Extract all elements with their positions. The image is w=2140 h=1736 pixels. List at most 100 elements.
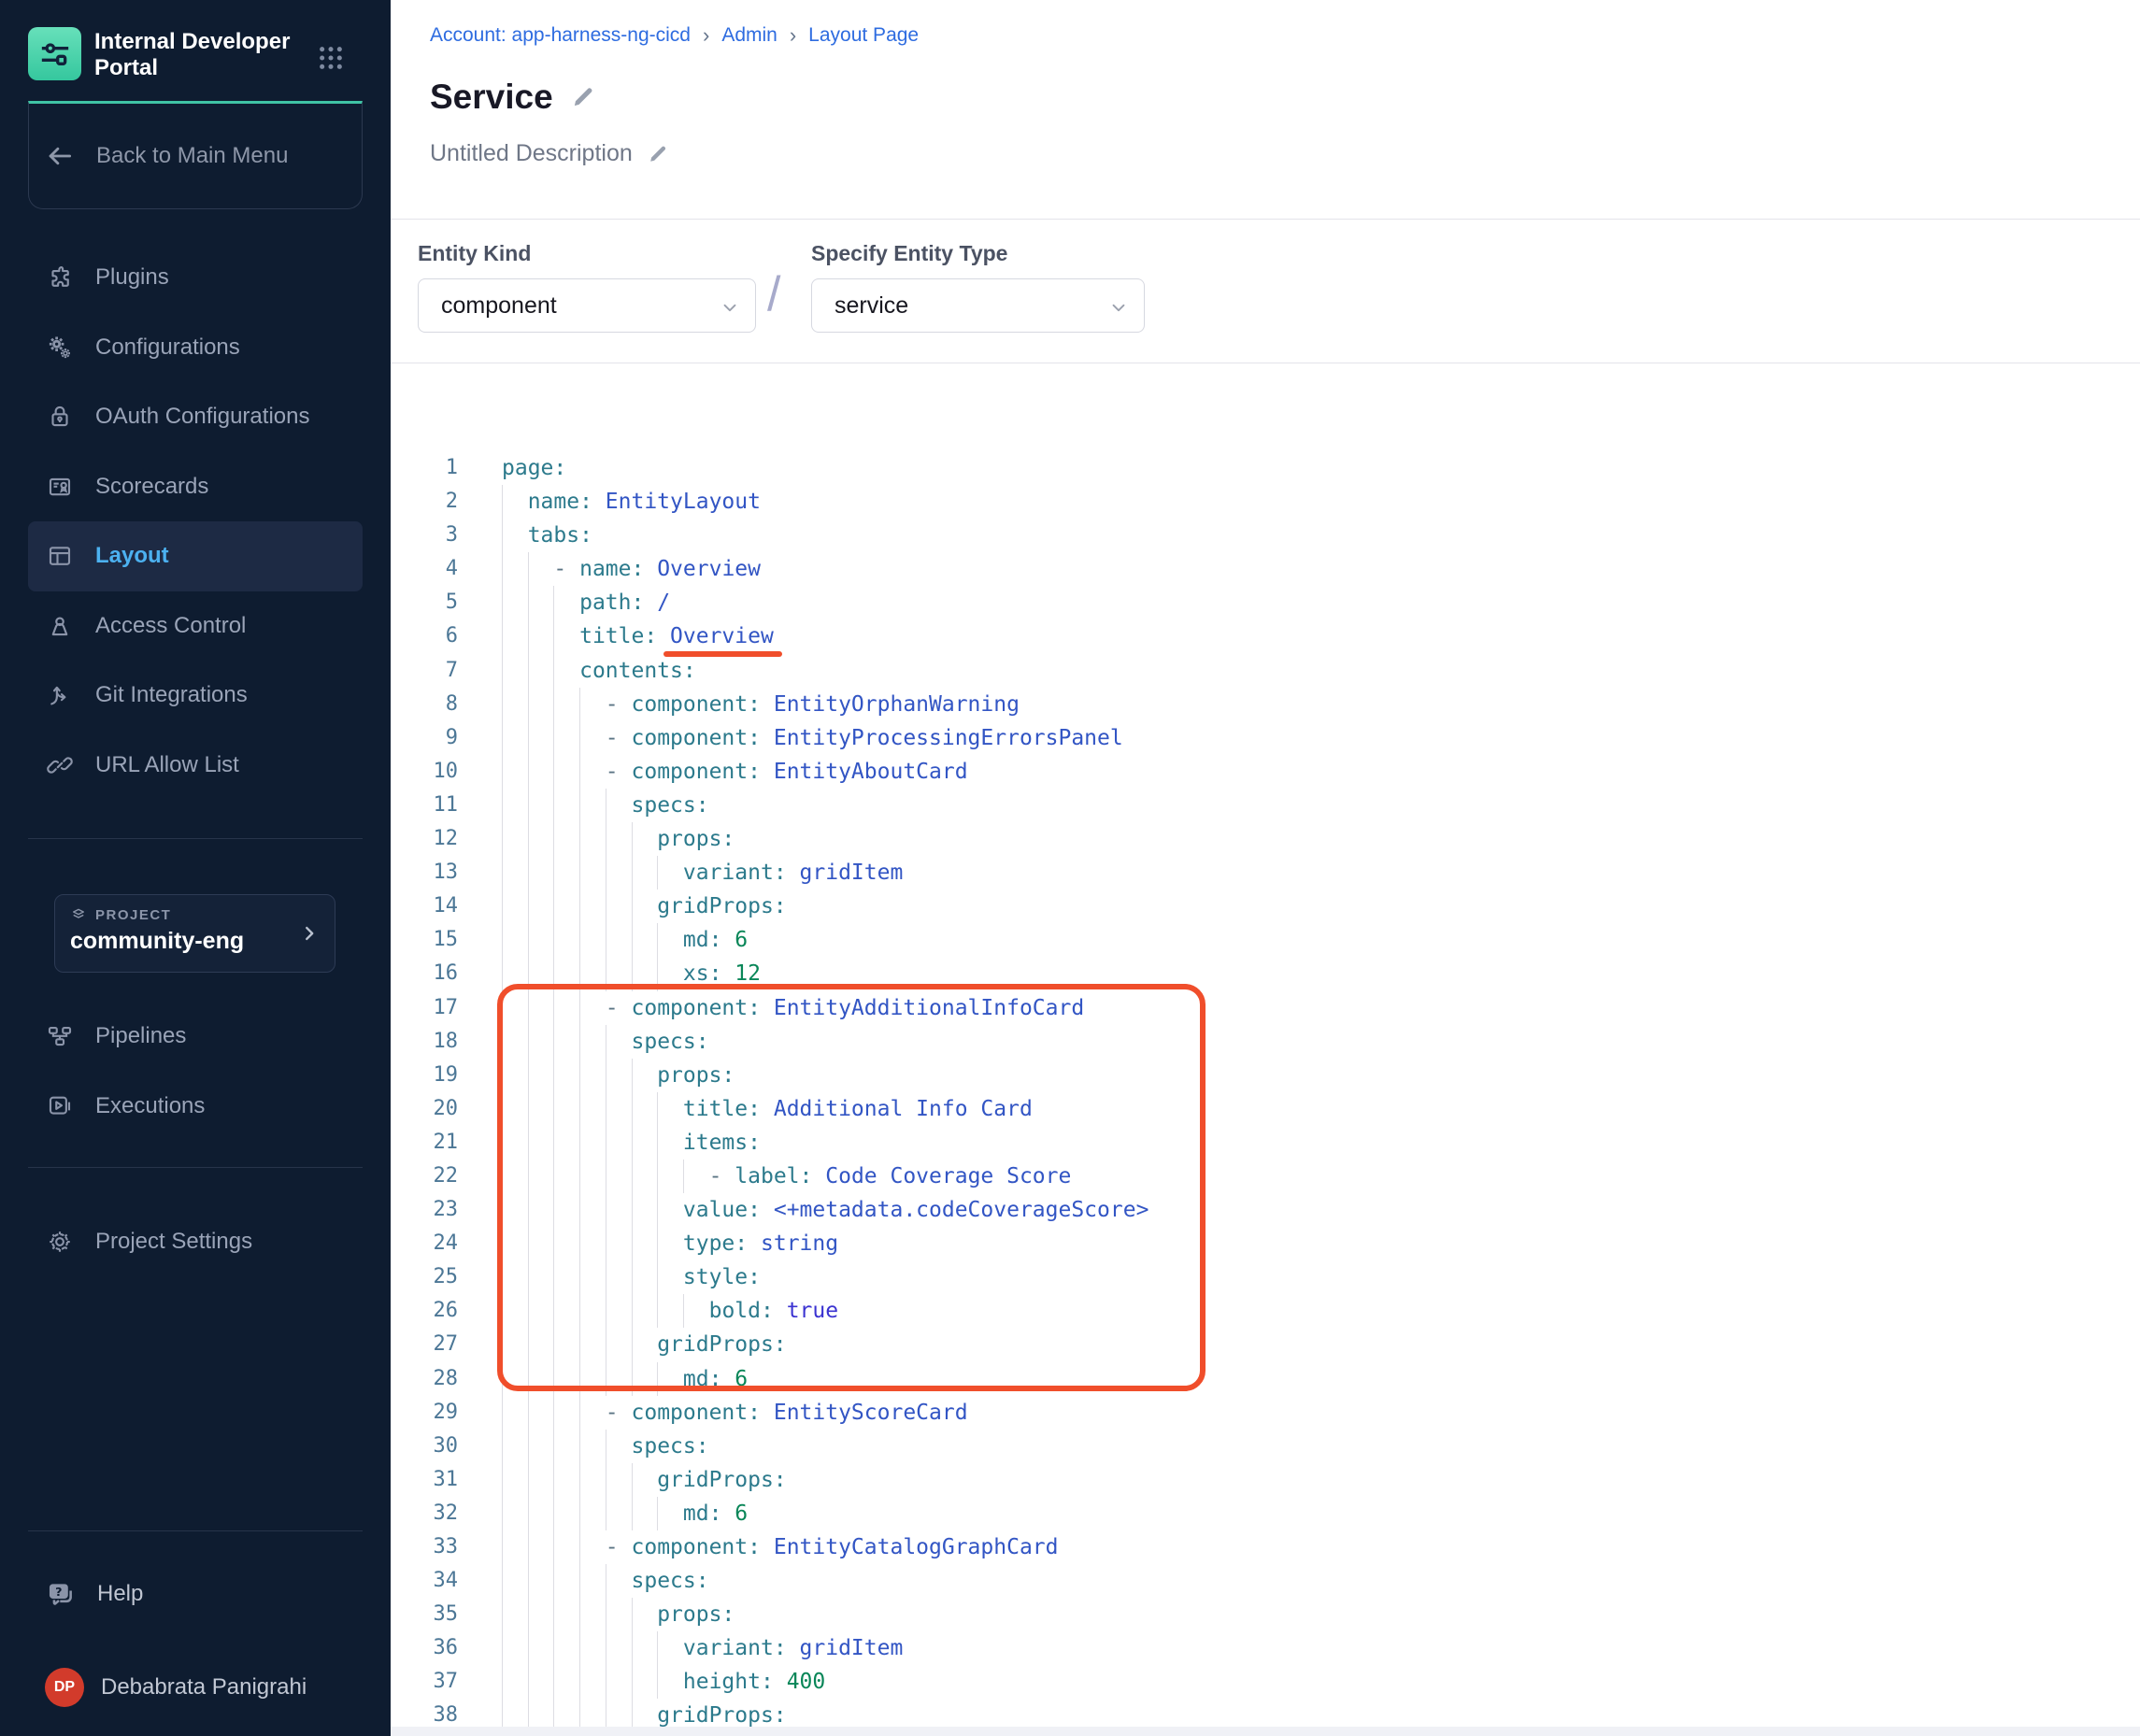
- sidebar-item-scorecards[interactable]: Scorecards: [28, 452, 363, 522]
- indent-guide: [579, 889, 580, 923]
- entity-type-value: service: [835, 292, 908, 320]
- indent-guide: [657, 1227, 658, 1260]
- code-line: 9 - component: EntityProcessingErrorsPane…: [391, 721, 2140, 755]
- indent-guide: [657, 1631, 658, 1665]
- yaml-key: path:: [579, 591, 644, 615]
- line-number: 36: [391, 1631, 458, 1665]
- yaml-key: items:: [683, 1131, 761, 1155]
- breadcrumb-link-layout-page[interactable]: Layout Page: [808, 24, 919, 47]
- indent-guide: [553, 1430, 554, 1463]
- indent-guide: [528, 619, 529, 653]
- yaml-key: specs:: [632, 1569, 709, 1593]
- code-line: 10- component: EntityAboutCard: [391, 755, 2140, 789]
- indent-guide: [528, 688, 529, 721]
- entity-type-select[interactable]: service: [811, 278, 1145, 333]
- yaml-value: EntityScoreCard: [774, 1401, 968, 1425]
- breadcrumb-link-admin[interactable]: Admin: [721, 24, 778, 47]
- back-label: Back to Main Menu: [96, 143, 288, 169]
- indent-guide: [528, 1497, 529, 1530]
- indent-guide: [553, 1193, 554, 1227]
- code-content: - component: EntityProcessingErrorsPanel: [502, 721, 1123, 755]
- app-grid-icon[interactable]: [316, 43, 346, 73]
- sidebar-item-project-settings[interactable]: Project Settings: [28, 1207, 363, 1277]
- sidebar-item-executions[interactable]: Executions: [28, 1072, 363, 1142]
- indent-guide: [553, 1362, 554, 1396]
- indent-guide: [553, 1126, 554, 1160]
- yaml-key: specs:: [632, 1030, 709, 1054]
- yaml-key: gridProps:: [657, 1468, 786, 1492]
- yaml-value: EntityLayout: [606, 490, 761, 514]
- code-content: variant: gridItem: [502, 1631, 903, 1665]
- yaml-key: contents:: [579, 659, 696, 683]
- sidebar-item-label: Git Integrations: [95, 682, 248, 708]
- sidebar-item-plugins[interactable]: Plugins: [28, 243, 363, 313]
- indent-guide: [657, 856, 658, 889]
- code-line: 23value: <+metadata.codeCoverageScore>: [391, 1193, 2140, 1227]
- indent-guide: [553, 1160, 554, 1193]
- sidebar-item-configurations[interactable]: Configurations: [28, 313, 363, 383]
- code-content: height: 400: [502, 1665, 825, 1699]
- indent-guide: [553, 1328, 554, 1361]
- line-number: 9: [391, 721, 458, 755]
- breadcrumb-separator: ›: [790, 22, 796, 48]
- sidebar-item-pipelines[interactable]: Pipelines: [28, 1002, 363, 1072]
- sidebar-item-git-integrations[interactable]: Git Integrations: [28, 661, 363, 731]
- indent-guide: [632, 1598, 633, 1631]
- code-content: - name: Overview: [502, 552, 761, 586]
- code-line: 8- component: EntityOrphanWarning: [391, 688, 2140, 721]
- sidebar-item-access-control[interactable]: Access Control: [28, 591, 363, 662]
- breadcrumb-link-account-app-harness-ng-cicd[interactable]: Account: app-harness-ng-cicd: [430, 24, 691, 47]
- project-name: community-eng: [70, 928, 320, 955]
- code-line: 37height: 400: [391, 1665, 2140, 1699]
- sidebar-item-url-allow-list[interactable]: URL Allow List: [28, 731, 363, 801]
- code-line: 31gridProps:: [391, 1463, 2140, 1497]
- user-name: Debabrata Panigrahi: [101, 1674, 307, 1700]
- sidebar-item-label: OAuth Configurations: [95, 404, 309, 430]
- code-line: 12props:: [391, 822, 2140, 856]
- sidebar-item-oauth-configurations[interactable]: OAuth Configurations: [28, 382, 363, 452]
- code-content: - component: EntityCatalogGraphCard: [502, 1530, 1058, 1564]
- project-label: PROJECT: [95, 907, 171, 923]
- indent-guide: [579, 1396, 580, 1430]
- indent-guide: [579, 1193, 580, 1227]
- code-line: 24type: string: [391, 1227, 2140, 1260]
- line-number: 26: [391, 1294, 458, 1328]
- back-to-main-menu[interactable]: Back to Main Menu: [28, 101, 363, 209]
- indent-guide: [579, 1160, 580, 1193]
- code-content: md: 6: [502, 923, 748, 957]
- edit-description-button[interactable]: [647, 143, 669, 165]
- play-square-icon: [45, 1091, 75, 1121]
- kind-type-separator: /: [767, 266, 780, 322]
- indent-guide: [553, 856, 554, 889]
- line-number: 22: [391, 1160, 458, 1193]
- code-content: name: EntityLayout: [502, 485, 761, 519]
- indent-guide: [657, 1193, 658, 1227]
- project-nav: PipelinesExecutions: [28, 1002, 363, 1141]
- indent-guide: [579, 1497, 580, 1530]
- edit-title-button[interactable]: [570, 84, 596, 110]
- indent-guide: [683, 1294, 684, 1328]
- indent-guide: [528, 1126, 529, 1160]
- code-line: 7contents:: [391, 654, 2140, 688]
- yaml-value: /: [657, 591, 670, 615]
- yaml-value: 6: [735, 1501, 748, 1526]
- back-arrow-icon: [44, 140, 76, 172]
- yaml-editor[interactable]: 1page:2name: EntityLayout3tabs:4- name: …: [391, 451, 2140, 1733]
- indent-guide: [579, 1430, 580, 1463]
- sidebar-item-layout[interactable]: Layout: [28, 521, 363, 591]
- indent-guide: [632, 1126, 633, 1160]
- line-number: 25: [391, 1260, 458, 1294]
- user-menu[interactable]: DP Debabrata Panigrahi: [28, 1653, 363, 1722]
- entity-kind-select[interactable]: component: [418, 278, 756, 333]
- sidebar-divider: [28, 1530, 363, 1531]
- indent-guide: [528, 1160, 529, 1193]
- indent-guide: [579, 856, 580, 889]
- line-number: 1: [391, 451, 458, 485]
- indent-guide: [657, 923, 658, 957]
- project-selector[interactable]: PROJECT community-eng: [54, 894, 335, 973]
- link-icon: [45, 750, 75, 780]
- help-item[interactable]: ? Help: [28, 1559, 363, 1629]
- gear-icon: [45, 1227, 75, 1257]
- indent-guide: [579, 721, 580, 755]
- indent-guide: [528, 1059, 529, 1092]
